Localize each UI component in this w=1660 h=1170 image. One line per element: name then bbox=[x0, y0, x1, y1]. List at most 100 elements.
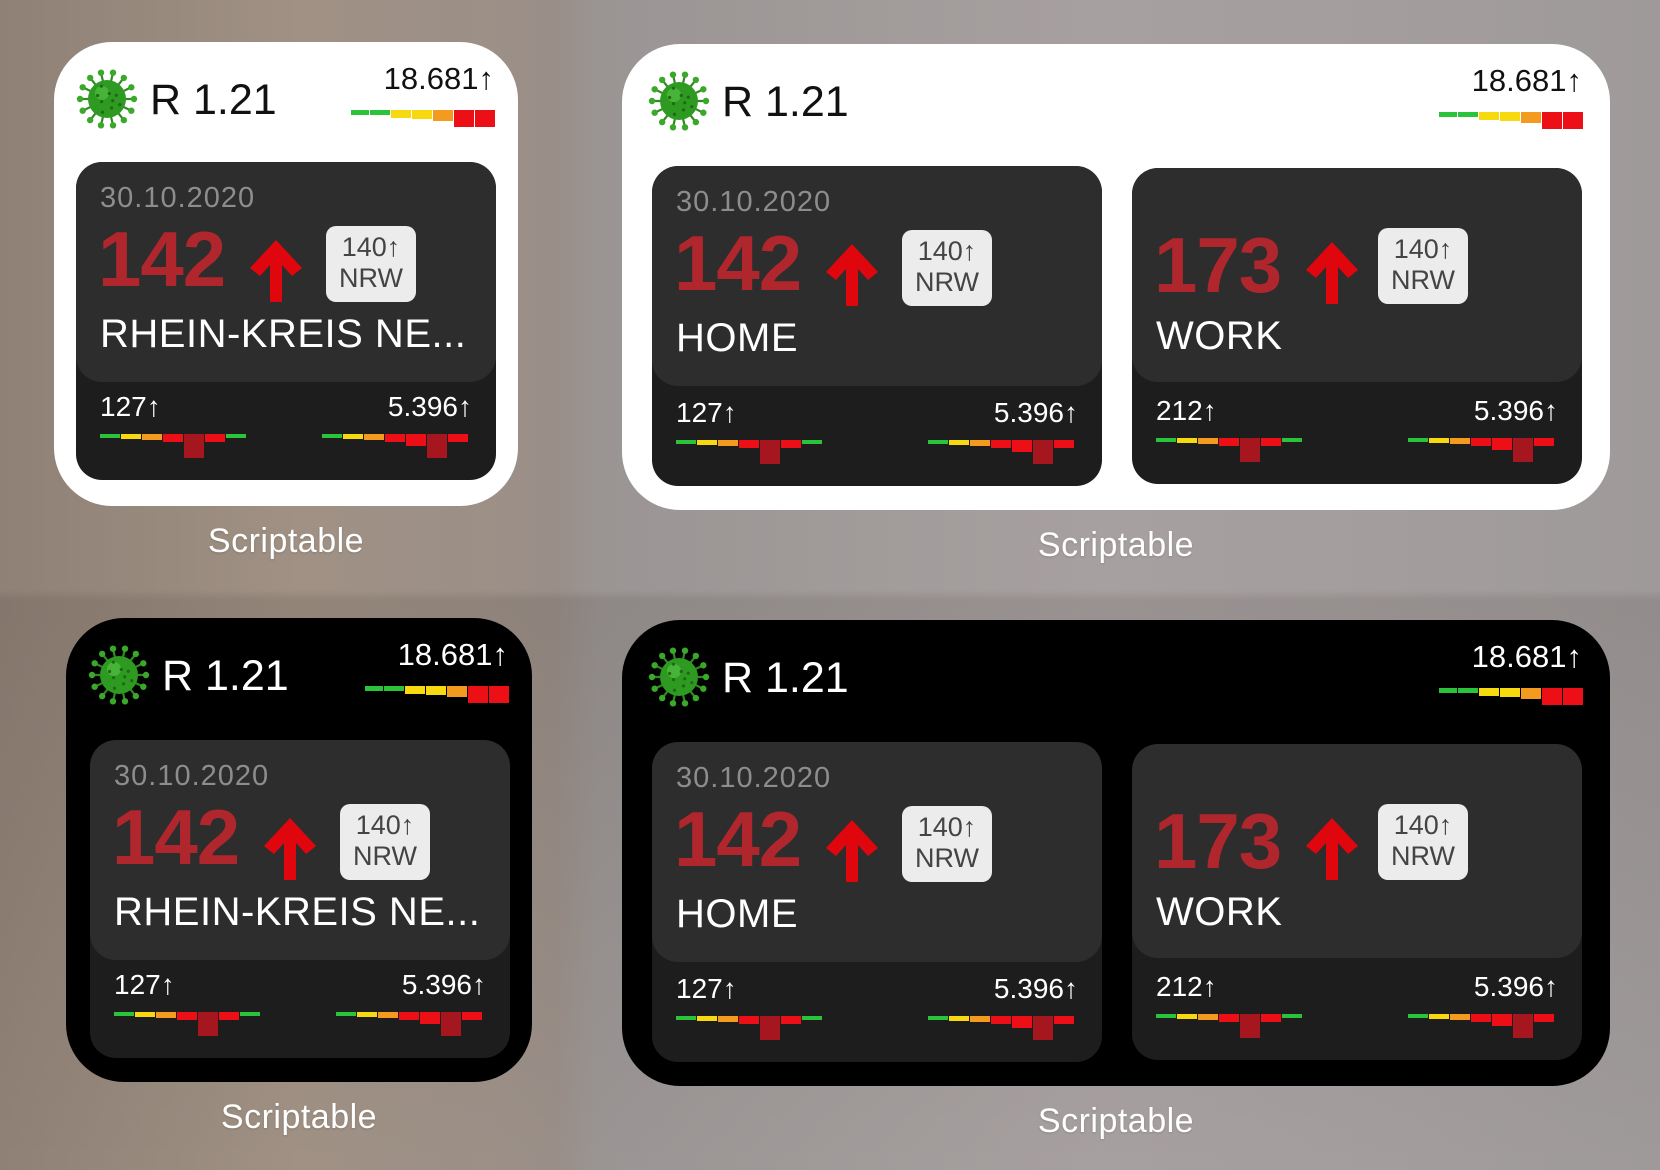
trend-bars-right bbox=[336, 1012, 482, 1036]
place-name: WORK bbox=[1156, 314, 1283, 358]
coronavirus-icon bbox=[648, 646, 710, 708]
card-top: 173 140↑ NRW WORK bbox=[1132, 744, 1582, 958]
trend-bars-left bbox=[676, 440, 822, 464]
badge-value: 140↑ bbox=[917, 236, 977, 266]
card-date: 30.10.2020 bbox=[676, 762, 832, 794]
widget-label: Scriptable bbox=[1037, 526, 1195, 564]
right-stat: 5.396↑ bbox=[928, 398, 1078, 478]
widget-header: R 1.21 18.681↑ bbox=[88, 638, 510, 710]
widget-light-small[interactable]: R 1.21 18.681↑ 30.10.2020 142 140↑ NRW R… bbox=[54, 42, 518, 506]
incidence-value: 142 bbox=[98, 215, 226, 303]
top-stat: 18.681↑ bbox=[365, 637, 510, 720]
trend-bars-top bbox=[1439, 688, 1583, 705]
trend-bars-right bbox=[1408, 1014, 1554, 1038]
left-stat-value: 127↑ bbox=[100, 391, 161, 422]
incidence-card-work[interactable]: 173 140↑ NRW WORK 212↑ 5.396↑ bbox=[1132, 168, 1582, 484]
place-name: HOME bbox=[676, 892, 798, 936]
right-stat-value: 5.396↑ bbox=[993, 397, 1078, 428]
card-top: 173 140↑ NRW WORK bbox=[1132, 168, 1582, 382]
incidence-value: 142 bbox=[112, 793, 240, 881]
incidence-card-home[interactable]: 30.10.2020 142 140↑ NRW HOME 127↑ 5.396↑ bbox=[652, 742, 1102, 1062]
region-badge: 140↑ NRW bbox=[902, 806, 992, 882]
up-arrow-icon bbox=[250, 240, 302, 302]
region-badge: 140↑ NRW bbox=[1378, 804, 1468, 880]
right-stat-value: 5.396↑ bbox=[1473, 395, 1558, 426]
left-stat: 212↑ bbox=[1156, 972, 1306, 1052]
trend-bars-right bbox=[322, 434, 468, 458]
card-top: 30.10.2020 142 140↑ NRW RHEIN-KREIS NE..… bbox=[90, 740, 510, 960]
badge-region: NRW bbox=[1391, 841, 1455, 871]
widget-dark-small[interactable]: R 1.21 18.681↑ 30.10.2020 142 140↑ NRW R… bbox=[66, 618, 532, 1082]
top-stat: 18.681↑ bbox=[1439, 639, 1584, 722]
trend-bars-right bbox=[928, 1016, 1074, 1040]
region-badge: 140↑ NRW bbox=[326, 226, 416, 302]
card-top: 30.10.2020 142 140↑ NRW HOME bbox=[652, 742, 1102, 962]
card-top: 30.10.2020 142 140↑ NRW HOME bbox=[652, 166, 1102, 386]
trend-bars-left bbox=[100, 434, 246, 458]
coronavirus-icon bbox=[648, 70, 710, 132]
right-stat: 5.396↑ bbox=[336, 970, 486, 1050]
incidence-value: 142 bbox=[674, 219, 802, 307]
up-arrow-icon bbox=[826, 820, 878, 882]
left-stat-value: 212↑ bbox=[1156, 395, 1217, 426]
badge-value: 140↑ bbox=[355, 810, 415, 840]
place-name: WORK bbox=[1156, 890, 1283, 934]
r-value: R 1.21 bbox=[722, 654, 849, 702]
widget-light-medium[interactable]: R 1.21 18.681↑ 30.10.2020 142 140↑ NRW H… bbox=[622, 44, 1610, 510]
badge-value: 140↑ bbox=[1393, 234, 1453, 264]
top-stat-value: 18.681↑ bbox=[397, 637, 508, 672]
left-stat: 212↑ bbox=[1156, 396, 1306, 476]
region-badge: 140↑ NRW bbox=[902, 230, 992, 306]
up-arrow-icon bbox=[264, 818, 316, 880]
region-badge: 140↑ NRW bbox=[1378, 228, 1468, 304]
card-date: 30.10.2020 bbox=[100, 182, 256, 214]
right-stat: 5.396↑ bbox=[322, 392, 472, 472]
incidence-card[interactable]: 30.10.2020 142 140↑ NRW RHEIN-KREIS NE..… bbox=[90, 740, 510, 1058]
right-stat: 5.396↑ bbox=[1408, 972, 1558, 1052]
incidence-card-home[interactable]: 30.10.2020 142 140↑ NRW HOME 127↑ 5.396↑ bbox=[652, 166, 1102, 486]
top-stat-value: 18.681↑ bbox=[383, 61, 494, 96]
left-stat: 127↑ bbox=[676, 974, 826, 1054]
top-stat-value: 18.681↑ bbox=[1471, 63, 1582, 98]
right-stat-value: 5.396↑ bbox=[993, 973, 1078, 1004]
left-stat: 127↑ bbox=[100, 392, 250, 472]
top-stat: 18.681↑ bbox=[1439, 63, 1584, 146]
coronavirus-icon bbox=[76, 68, 138, 130]
widget-dark-medium[interactable]: R 1.21 18.681↑ 30.10.2020 142 140↑ NRW H… bbox=[622, 620, 1610, 1086]
card-date: 30.10.2020 bbox=[114, 760, 270, 792]
trend-bars-top bbox=[1439, 112, 1583, 129]
incidence-value: 173 bbox=[1154, 221, 1282, 309]
place-name: RHEIN-KREIS NE... bbox=[114, 890, 481, 934]
incidence-value: 142 bbox=[674, 795, 802, 883]
trend-bars-right bbox=[1408, 438, 1554, 462]
trend-bars-top bbox=[351, 110, 495, 127]
trend-bars-top bbox=[365, 686, 509, 703]
incidence-value: 173 bbox=[1154, 797, 1282, 885]
trend-bars-left bbox=[676, 1016, 822, 1040]
incidence-card[interactable]: 30.10.2020 142 140↑ NRW RHEIN-KREIS NE..… bbox=[76, 162, 496, 480]
top-stat-value: 18.681↑ bbox=[1471, 639, 1582, 674]
left-stat: 127↑ bbox=[676, 398, 826, 478]
right-stat-value: 5.396↑ bbox=[387, 391, 472, 422]
incidence-card-work[interactable]: 173 140↑ NRW WORK 212↑ 5.396↑ bbox=[1132, 744, 1582, 1060]
right-stat: 5.396↑ bbox=[1408, 396, 1558, 476]
right-stat-value: 5.396↑ bbox=[1473, 971, 1558, 1002]
right-stat-value: 5.396↑ bbox=[401, 969, 486, 1000]
badge-value: 140↑ bbox=[917, 812, 977, 842]
left-stat-value: 127↑ bbox=[676, 973, 737, 1004]
left-stat-value: 127↑ bbox=[114, 969, 175, 1000]
left-stat: 127↑ bbox=[114, 970, 264, 1050]
widget-label: Scriptable bbox=[207, 522, 365, 560]
badge-region: NRW bbox=[339, 263, 403, 293]
r-value: R 1.21 bbox=[722, 78, 849, 126]
widget-header: R 1.21 18.681↑ bbox=[76, 61, 496, 134]
card-top: 30.10.2020 142 140↑ NRW RHEIN-KREIS NE..… bbox=[76, 162, 496, 382]
trend-bars-right bbox=[928, 440, 1074, 464]
badge-region: NRW bbox=[353, 841, 417, 871]
r-value: R 1.21 bbox=[162, 652, 289, 700]
r-value: R 1.21 bbox=[150, 76, 277, 124]
up-arrow-icon bbox=[826, 244, 878, 306]
trend-bars-left bbox=[1156, 438, 1302, 462]
badge-value: 140↑ bbox=[1393, 810, 1453, 840]
card-date: 30.10.2020 bbox=[676, 186, 832, 218]
